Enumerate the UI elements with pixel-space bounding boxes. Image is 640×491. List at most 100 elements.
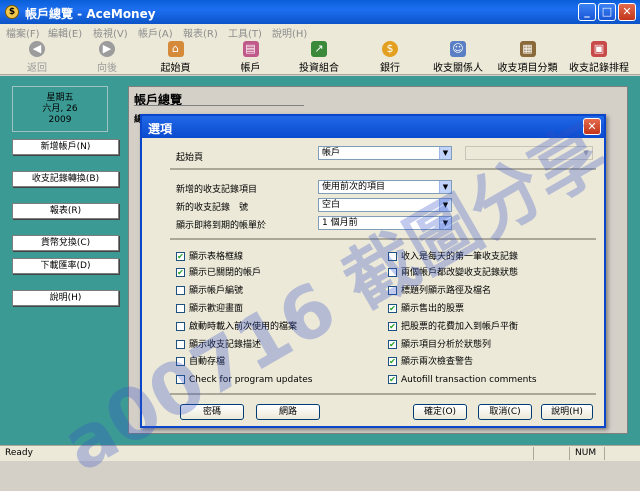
checkbox-check-updates[interactable]: Check for program updates (176, 375, 312, 385)
menu-reports[interactable]: 報表(R) (183, 25, 218, 40)
chevron-down-icon: ▼ (439, 147, 451, 159)
chevron-down-icon: ▼ (439, 181, 451, 193)
new-tx-num-select[interactable]: 空白 ▼ (318, 198, 452, 212)
checkbox-show-closed-accounts[interactable]: ✔ 顯示已關閉的帳戶 (176, 268, 261, 278)
menu-bar: 檔案(F) 編輯(E) 檢視(V) 帳戶(A) 報表(R) 工具(T) 說明(H… (0, 24, 640, 40)
home-button[interactable]: ⌂ 起始頁 (153, 41, 198, 74)
schedule-button[interactable]: ▣ 收支記錄排程 (566, 41, 632, 74)
password-button[interactable]: 密碼 (180, 404, 244, 420)
currency-exchange-button[interactable]: 貨幣兌換(C) (12, 235, 119, 251)
payees-label: 收支關係人 (433, 63, 483, 74)
maximize-button[interactable]: □ (598, 3, 616, 21)
dialog-help-button[interactable]: 說明(H) (541, 404, 593, 420)
checkbox-add-stock-fees[interactable]: ✔ 把股票的花費加入到帳戶平衡 (388, 322, 518, 332)
chevron-down-icon: ▼ (439, 199, 451, 211)
checkbox-label: 顯示帳戶編號 (189, 286, 244, 296)
check-icon: ✔ (176, 268, 185, 277)
ok-button[interactable]: 確定(O) (413, 404, 467, 420)
startup-select[interactable]: 帳戶 ▼ (318, 146, 452, 160)
close-window-button[interactable]: ✕ (618, 3, 636, 21)
checkbox-show-welcome[interactable]: 顯示歡迎畫面 (176, 304, 243, 314)
network-button[interactable]: 網路 (256, 404, 320, 420)
forward-label: 向後 (97, 63, 117, 74)
sidebar-help-button[interactable]: 說明(H) (12, 290, 119, 306)
checkbox-autofill-comments[interactable]: ✔ Autofill transaction comments (388, 375, 537, 385)
new-tx-select[interactable]: 使用前次的項目 ▼ (318, 180, 452, 194)
window-title: 帳戶總覽 - AceMoney (25, 7, 156, 21)
download-rates-button[interactable]: 下載匯率(D) (12, 258, 119, 274)
back-button[interactable]: ◀ 返回 (22, 41, 52, 74)
minimize-button[interactable]: _ (578, 3, 596, 21)
menu-view[interactable]: 檢視(V) (93, 25, 128, 40)
divider (170, 168, 596, 170)
payees-button[interactable]: ☺ 收支關係人 (428, 41, 488, 74)
check-icon: ✔ (388, 340, 397, 349)
checkbox-category-analysis[interactable]: ✔ 顯示項目分析於狀態列 (388, 340, 491, 350)
checkbox-label: 把股票的花費加入到帳戶平衡 (401, 322, 519, 332)
dialog-title: 選項 (142, 116, 604, 138)
menu-accounts[interactable]: 帳戶(A) (138, 25, 173, 40)
cancel-button[interactable]: 取消(C) (478, 404, 532, 420)
bank-icon: $ (382, 41, 398, 57)
chevron-down-icon: ▼ (580, 147, 592, 159)
menu-help[interactable]: 說明(H) (272, 25, 307, 40)
checkbox-label: 標題列顯示路徑及檔名 (401, 286, 492, 296)
home-label: 起始頁 (160, 63, 191, 74)
upcoming-bills-select[interactable]: 1 個月前 ▼ (318, 216, 452, 230)
title-divider (134, 105, 304, 106)
home-icon: ⌂ (167, 41, 184, 57)
checkbox-label: 顯示歡迎畫面 (189, 304, 244, 314)
checkbox-label: 自動存檔 (189, 357, 226, 367)
menu-edit[interactable]: 編輯(E) (48, 25, 82, 40)
divider (170, 238, 596, 240)
checkbox-label: 顯示兩次檢查警告 (401, 357, 474, 367)
new-tx-value: 使用前次的項目 (322, 182, 386, 192)
categories-label: 收支項目分類 (497, 63, 558, 74)
checkbox-show-sold-stocks[interactable]: ✔ 顯示售出的股票 (388, 304, 464, 314)
dialog-close-button[interactable]: ✕ (583, 118, 601, 135)
forward-button[interactable]: ▶ 向後 (92, 41, 122, 74)
checkbox-show-tx-description[interactable]: 顯示收支記錄描述 (176, 340, 261, 350)
checkbox-title-path[interactable]: 標題列顯示路徑及檔名 (388, 286, 491, 296)
new-tx-num-label: 新的收支記錄 號 (176, 203, 249, 213)
reports-button[interactable]: 報表(R) (12, 203, 119, 219)
bank-button[interactable]: $ 銀行 (375, 41, 405, 74)
checkbox-label: 顯示表格框線 (189, 252, 244, 262)
checkbox-show-grid[interactable]: ✔ 顯示表格框線 (176, 252, 243, 262)
checkbox-show-account-number[interactable]: 顯示帳戶編號 (176, 286, 243, 296)
transaction-transfer-button[interactable]: 收支記錄轉換(B) (12, 171, 119, 187)
checkbox-load-last-file[interactable]: 啟動時載入前次使用的檔案 (176, 322, 297, 332)
menu-file[interactable]: 檔案(F) (6, 25, 40, 40)
upcoming-bills-label: 顯示即將到期的帳單於 (176, 221, 267, 231)
title-bar: $ 帳戶總覽 - AceMoney _ □ ✕ (0, 0, 640, 24)
checkbox-double-check-warning[interactable]: ✔ 顯示兩次檢查警告 (388, 357, 473, 367)
checkbox-both-accounts-status[interactable]: 兩個帳戶都改變收支記錄狀態 (388, 268, 518, 278)
checkbox-income-first[interactable]: 收入是每天的第一筆收支記錄 (388, 252, 518, 262)
date-weekday: 星期五 (46, 93, 74, 103)
upcoming-bills-value: 1 個月前 (322, 218, 358, 228)
checkbox-label: Autofill transaction comments (401, 375, 537, 385)
categories-button[interactable]: ▦ 收支項目分類 (495, 41, 560, 74)
chevron-down-icon: ▼ (439, 217, 451, 229)
new-tx-label: 新增的收支記錄項目 (176, 185, 258, 195)
checkbox-label: 兩個帳戶都改變收支記錄狀態 (401, 268, 519, 278)
check-icon: ✔ (176, 252, 185, 261)
check-icon: ✔ (388, 322, 397, 331)
checkbox-label: 啟動時載入前次使用的檔案 (189, 322, 298, 332)
checkbox-autosave[interactable]: 自動存檔 (176, 357, 225, 367)
new-tx-num-value: 空白 (322, 200, 341, 210)
menu-tools[interactable]: 工具(T) (228, 25, 262, 40)
checkbox-label: 顯示項目分析於狀態列 (401, 340, 492, 350)
startup-account-select: ▼ (465, 146, 593, 160)
checkbox-label: Check for program updates (189, 375, 313, 385)
investments-button[interactable]: ↗ 投資組合 (294, 41, 344, 74)
accounts-label: 帳戶 (240, 63, 261, 74)
investments-icon: ↗ (311, 41, 327, 57)
accounts-button[interactable]: ▤ 帳戶 (233, 41, 268, 74)
date-display: 星期五 六月, 26 2009 (12, 86, 108, 132)
status-divider (533, 447, 534, 460)
options-dialog: 選項 ✕ 起始頁 帳戶 ▼ ▼ 新增的收支記錄項目 使用前次的項目 ▼ 新的收支… (140, 114, 606, 428)
status-divider (604, 447, 605, 460)
schedule-icon: ▣ (591, 41, 607, 57)
new-account-button[interactable]: 新增帳戶(N) (12, 139, 119, 155)
